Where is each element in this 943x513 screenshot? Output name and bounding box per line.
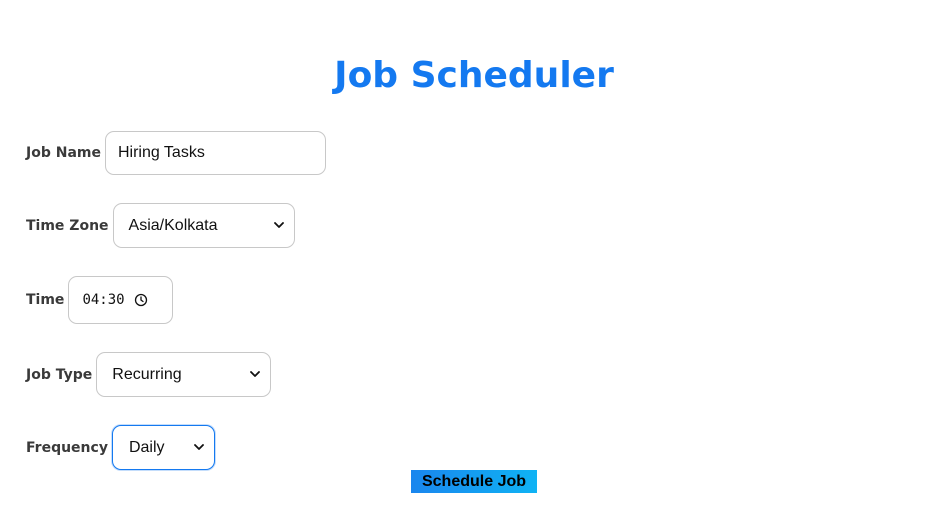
job-name-row: Job Name Hiring Tasks bbox=[26, 131, 326, 175]
schedule-job-button[interactable]: Schedule Job bbox=[411, 470, 537, 493]
job-type-select[interactable]: Recurring bbox=[96, 352, 272, 397]
time-zone-row: Time Zone Asia/Kolkata bbox=[26, 203, 295, 248]
time-label: Time bbox=[26, 292, 65, 308]
job-name-label: Job Name bbox=[26, 145, 101, 161]
time-zone-label: Time Zone bbox=[26, 217, 109, 234]
chevron-down-icon bbox=[250, 370, 261, 380]
time-row: Time 04:30 bbox=[26, 276, 174, 324]
time-input[interactable]: 04:30 bbox=[68, 276, 174, 324]
time-zone-value: Asia/Kolkata bbox=[128, 216, 218, 234]
job-type-label: Job Type bbox=[26, 366, 93, 383]
job-name-value: Hiring Tasks bbox=[117, 144, 205, 161]
chevron-down-icon bbox=[273, 221, 284, 231]
frequency-row: Frequency Daily bbox=[26, 425, 215, 470]
frequency-value: Daily bbox=[128, 438, 165, 456]
frequency-select[interactable]: Daily bbox=[111, 425, 215, 470]
chevron-down-icon bbox=[194, 443, 204, 453]
frequency-label: Frequency bbox=[26, 439, 108, 456]
job-name-input[interactable]: Hiring Tasks bbox=[104, 131, 326, 175]
clock-icon[interactable] bbox=[134, 293, 148, 307]
time-value: 04:30 bbox=[82, 292, 125, 308]
time-zone-select[interactable]: Asia/Kolkata bbox=[112, 203, 295, 248]
job-type-row: Job Type Recurring bbox=[26, 352, 272, 397]
job-type-value: Recurring bbox=[112, 365, 182, 383]
job-scheduler-page: Job Scheduler Job Name Hiring Tasks Time… bbox=[0, 0, 943, 513]
page-title: Job Scheduler bbox=[334, 55, 614, 96]
